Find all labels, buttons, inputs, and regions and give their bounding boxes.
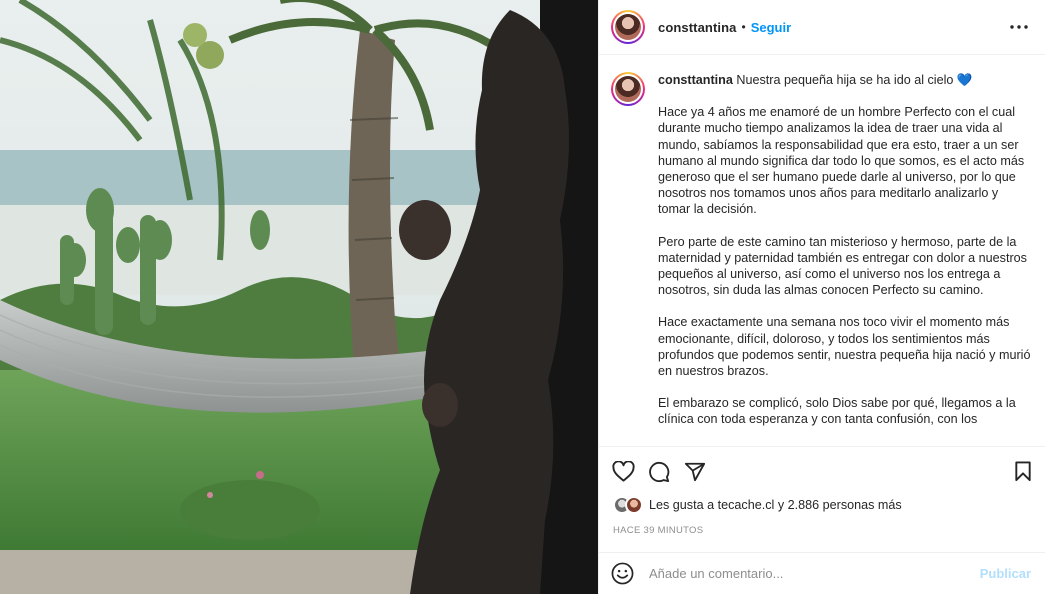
caption-paragraph: Hace ya 4 años me enamoré de un hombre P… [658,105,1025,217]
post-header: consttantina • Seguir [599,0,1045,55]
caption-avatar[interactable] [611,72,645,106]
caption-paragraph: Hace exactamente una semana nos toco viv… [658,315,1031,379]
caption-paragraph: El embarazo se complicó, solo Dios sabe … [658,396,1016,427]
post-photo-image [0,0,598,594]
caption-headline-text: Nuestra pequeña hija se ha ido al cielo [736,73,954,87]
post-photo[interactable] [0,0,598,594]
heart-icon[interactable] [611,460,635,484]
likes-summary: Les gusta a tecache.cl y 2.886 personas … [613,496,1031,514]
author-username[interactable]: consttantina [658,20,736,35]
blue-heart-icon: 💙 [956,73,973,87]
emoji-icon[interactable] [611,562,635,586]
separator-dot: • [741,20,746,34]
avatar-image [615,76,641,102]
comments-scroll-area[interactable]: consttantina Nuestra pequeña hija se ha … [599,56,1045,446]
share-icon[interactable] [683,460,707,484]
liker-avatar[interactable] [625,496,643,514]
caption-paragraph: Pero parte de este camino tan misterioso… [658,234,1027,298]
likes-text[interactable]: Les gusta a tecache.cl y 2.886 personas … [649,498,902,512]
comment-icon[interactable] [647,460,671,484]
comment-input[interactable] [649,566,980,581]
post-side-panel: consttantina • Seguir consttantina Nuest… [598,0,1045,594]
comment-bar: Publicar [599,552,1045,594]
more-options-icon[interactable] [1007,15,1031,39]
caption: consttantina Nuestra pequeña hija se ha … [611,72,1031,428]
publish-button[interactable]: Publicar [980,566,1031,581]
post-timestamp[interactable]: HACE 39 MINUTOS [613,525,703,536]
action-bar [599,446,1045,496]
bookmark-icon[interactable] [1011,460,1035,484]
caption-headline: consttantina Nuestra pequeña hija se ha … [658,72,1031,88]
caption-username[interactable]: consttantina [658,73,733,87]
caption-text: consttantina Nuestra pequeña hija se ha … [658,72,1031,428]
avatar-image [615,14,641,40]
author-avatar[interactable] [611,10,645,44]
follow-button[interactable]: Seguir [751,20,791,35]
